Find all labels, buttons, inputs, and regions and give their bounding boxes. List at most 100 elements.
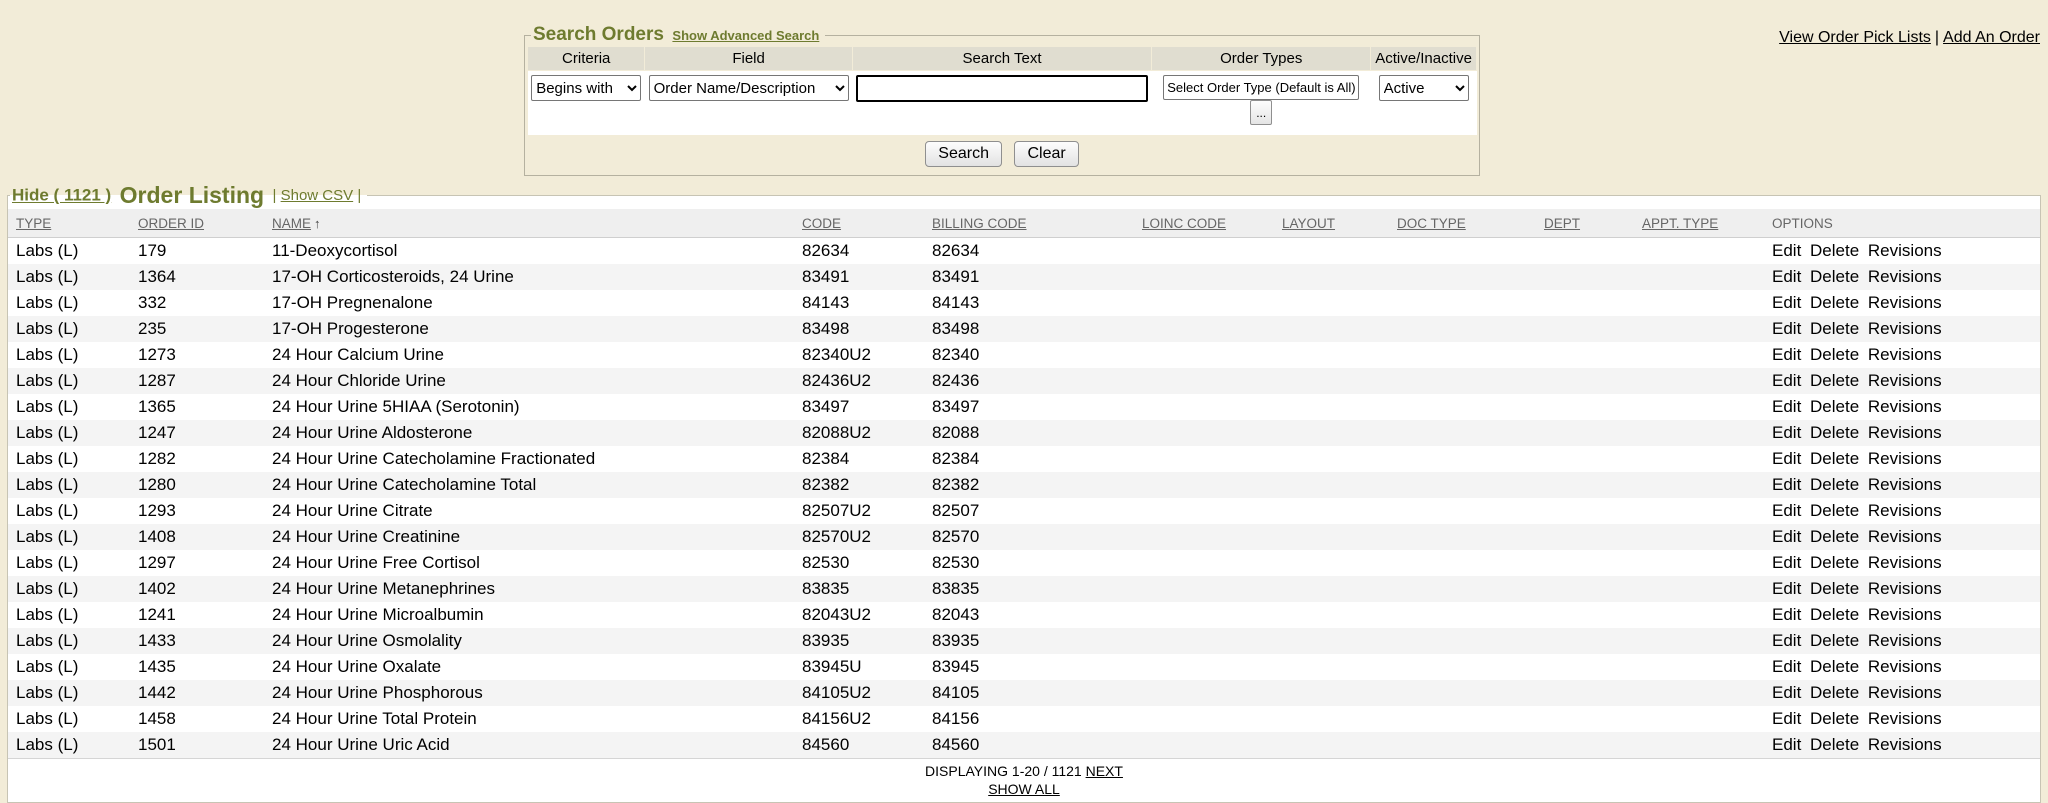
revisions-link[interactable]: Revisions — [1868, 579, 1942, 598]
revisions-link[interactable]: Revisions — [1868, 267, 1942, 286]
edit-link[interactable]: Edit — [1772, 553, 1801, 572]
edit-link[interactable]: Edit — [1772, 319, 1801, 338]
edit-link[interactable]: Edit — [1772, 397, 1801, 416]
delete-link[interactable]: Delete — [1810, 709, 1859, 728]
column-header-doc-type[interactable]: DOC TYPE — [1389, 209, 1536, 238]
revisions-link[interactable]: Revisions — [1868, 241, 1942, 260]
edit-link[interactable]: Edit — [1772, 683, 1801, 702]
edit-link[interactable]: Edit — [1772, 241, 1801, 260]
column-header-appt-type[interactable]: APPT. TYPE — [1634, 209, 1764, 238]
delete-link[interactable]: Delete — [1810, 527, 1859, 546]
column-header-dept[interactable]: DEPT — [1536, 209, 1634, 238]
order-type-browse-button[interactable]: ... — [1250, 100, 1272, 125]
edit-link[interactable]: Edit — [1772, 735, 1801, 754]
edit-link[interactable]: Edit — [1772, 267, 1801, 286]
delete-link[interactable]: Delete — [1810, 657, 1859, 676]
delete-link[interactable]: Delete — [1810, 293, 1859, 312]
delete-link[interactable]: Delete — [1810, 501, 1859, 520]
revisions-link[interactable]: Revisions — [1868, 319, 1942, 338]
revisions-link[interactable]: Revisions — [1868, 397, 1942, 416]
delete-link[interactable]: Delete — [1810, 371, 1859, 390]
next-page-link[interactable]: NEXT — [1086, 763, 1123, 779]
edit-link[interactable]: Edit — [1772, 423, 1801, 442]
delete-link[interactable]: Delete — [1810, 683, 1859, 702]
column-header-label: LAYOUT — [1282, 216, 1335, 231]
show-all-link[interactable]: SHOW ALL — [988, 781, 1060, 797]
revisions-link[interactable]: Revisions — [1868, 631, 1942, 650]
delete-link[interactable]: Delete — [1810, 319, 1859, 338]
cell-options: Edit Delete Revisions — [1764, 316, 2040, 342]
revisions-link[interactable]: Revisions — [1868, 501, 1942, 520]
delete-link[interactable]: Delete — [1810, 605, 1859, 624]
table-row: Labs (L)33217-OH Pregnenalone8414384143E… — [8, 290, 2040, 316]
active-inactive-select[interactable]: Active — [1379, 75, 1469, 101]
column-header-order-id[interactable]: ORDER ID — [130, 209, 264, 238]
show-advanced-search-link[interactable]: Show Advanced Search — [672, 28, 819, 43]
delete-link[interactable]: Delete — [1810, 735, 1859, 754]
cell-type: Labs (L) — [8, 654, 130, 680]
view-order-pick-lists-link[interactable]: View Order Pick Lists — [1779, 29, 1931, 46]
field-select[interactable]: Order Name/Description — [649, 75, 849, 101]
delete-link[interactable]: Delete — [1810, 579, 1859, 598]
search-button[interactable]: Search — [925, 141, 1002, 167]
revisions-link[interactable]: Revisions — [1868, 553, 1942, 572]
order-type-input[interactable] — [1163, 75, 1359, 100]
show-csv-link[interactable]: Show CSV — [281, 187, 354, 204]
edit-link[interactable]: Edit — [1772, 293, 1801, 312]
column-header-billing-code[interactable]: BILLING CODE — [924, 209, 1134, 238]
column-header-name[interactable]: NAME↑ — [264, 209, 794, 238]
table-row: Labs (L)23517-OH Progesterone8349883498E… — [8, 316, 2040, 342]
revisions-link[interactable]: Revisions — [1868, 657, 1942, 676]
cell-code: 82570U2 — [794, 524, 924, 550]
clear-button[interactable]: Clear — [1014, 141, 1078, 167]
revisions-link[interactable]: Revisions — [1868, 605, 1942, 624]
delete-link[interactable]: Delete — [1810, 397, 1859, 416]
delete-link[interactable]: Delete — [1810, 345, 1859, 364]
add-an-order-link[interactable]: Add An Order — [1943, 29, 2040, 46]
delete-link[interactable]: Delete — [1810, 475, 1859, 494]
cell-code: 82530 — [794, 550, 924, 576]
revisions-link[interactable]: Revisions — [1868, 735, 1942, 754]
revisions-link[interactable]: Revisions — [1868, 449, 1942, 468]
edit-link[interactable]: Edit — [1772, 501, 1801, 520]
column-header-code[interactable]: CODE — [794, 209, 924, 238]
delete-link[interactable]: Delete — [1810, 449, 1859, 468]
edit-link[interactable]: Edit — [1772, 345, 1801, 364]
edit-link[interactable]: Edit — [1772, 605, 1801, 624]
table-row: Labs (L)128724 Hour Chloride Urine82436U… — [8, 368, 2040, 394]
edit-link[interactable]: Edit — [1772, 579, 1801, 598]
cell-appt-type — [1634, 524, 1764, 550]
delete-link[interactable]: Delete — [1810, 267, 1859, 286]
edit-link[interactable]: Edit — [1772, 449, 1801, 468]
column-header-loinc-code[interactable]: LOINC CODE — [1134, 209, 1274, 238]
criteria-select[interactable]: Begins with — [531, 75, 641, 101]
order-listing-legend: Hide ( 1121 ) Order Listing | Show CSV | — [10, 182, 367, 209]
edit-link[interactable]: Edit — [1772, 709, 1801, 728]
revisions-link[interactable]: Revisions — [1868, 475, 1942, 494]
delete-link[interactable]: Delete — [1810, 631, 1859, 650]
search-text-input[interactable] — [856, 75, 1148, 102]
revisions-link[interactable]: Revisions — [1868, 371, 1942, 390]
search-orders-legend: Search Orders Show Advanced Search — [531, 24, 825, 46]
edit-link[interactable]: Edit — [1772, 371, 1801, 390]
edit-link[interactable]: Edit — [1772, 475, 1801, 494]
revisions-link[interactable]: Revisions — [1868, 527, 1942, 546]
revisions-link[interactable]: Revisions — [1868, 423, 1942, 442]
revisions-link[interactable]: Revisions — [1868, 709, 1942, 728]
edit-link[interactable]: Edit — [1772, 657, 1801, 676]
delete-link[interactable]: Delete — [1810, 241, 1859, 260]
edit-link[interactable]: Edit — [1772, 631, 1801, 650]
delete-link[interactable]: Delete — [1810, 553, 1859, 572]
delete-link[interactable]: Delete — [1810, 423, 1859, 442]
revisions-link[interactable]: Revisions — [1868, 293, 1942, 312]
revisions-link[interactable]: Revisions — [1868, 683, 1942, 702]
cell-dept — [1536, 368, 1634, 394]
column-header-type[interactable]: TYPE — [8, 209, 130, 238]
hide-count-link[interactable]: Hide ( 1121 ) — [12, 186, 111, 205]
cell-order-id: 1297 — [130, 550, 264, 576]
edit-link[interactable]: Edit — [1772, 527, 1801, 546]
column-header-layout[interactable]: LAYOUT — [1274, 209, 1389, 238]
revisions-link[interactable]: Revisions — [1868, 345, 1942, 364]
cell-order-id: 179 — [130, 238, 264, 264]
cell-code: 82340U2 — [794, 342, 924, 368]
